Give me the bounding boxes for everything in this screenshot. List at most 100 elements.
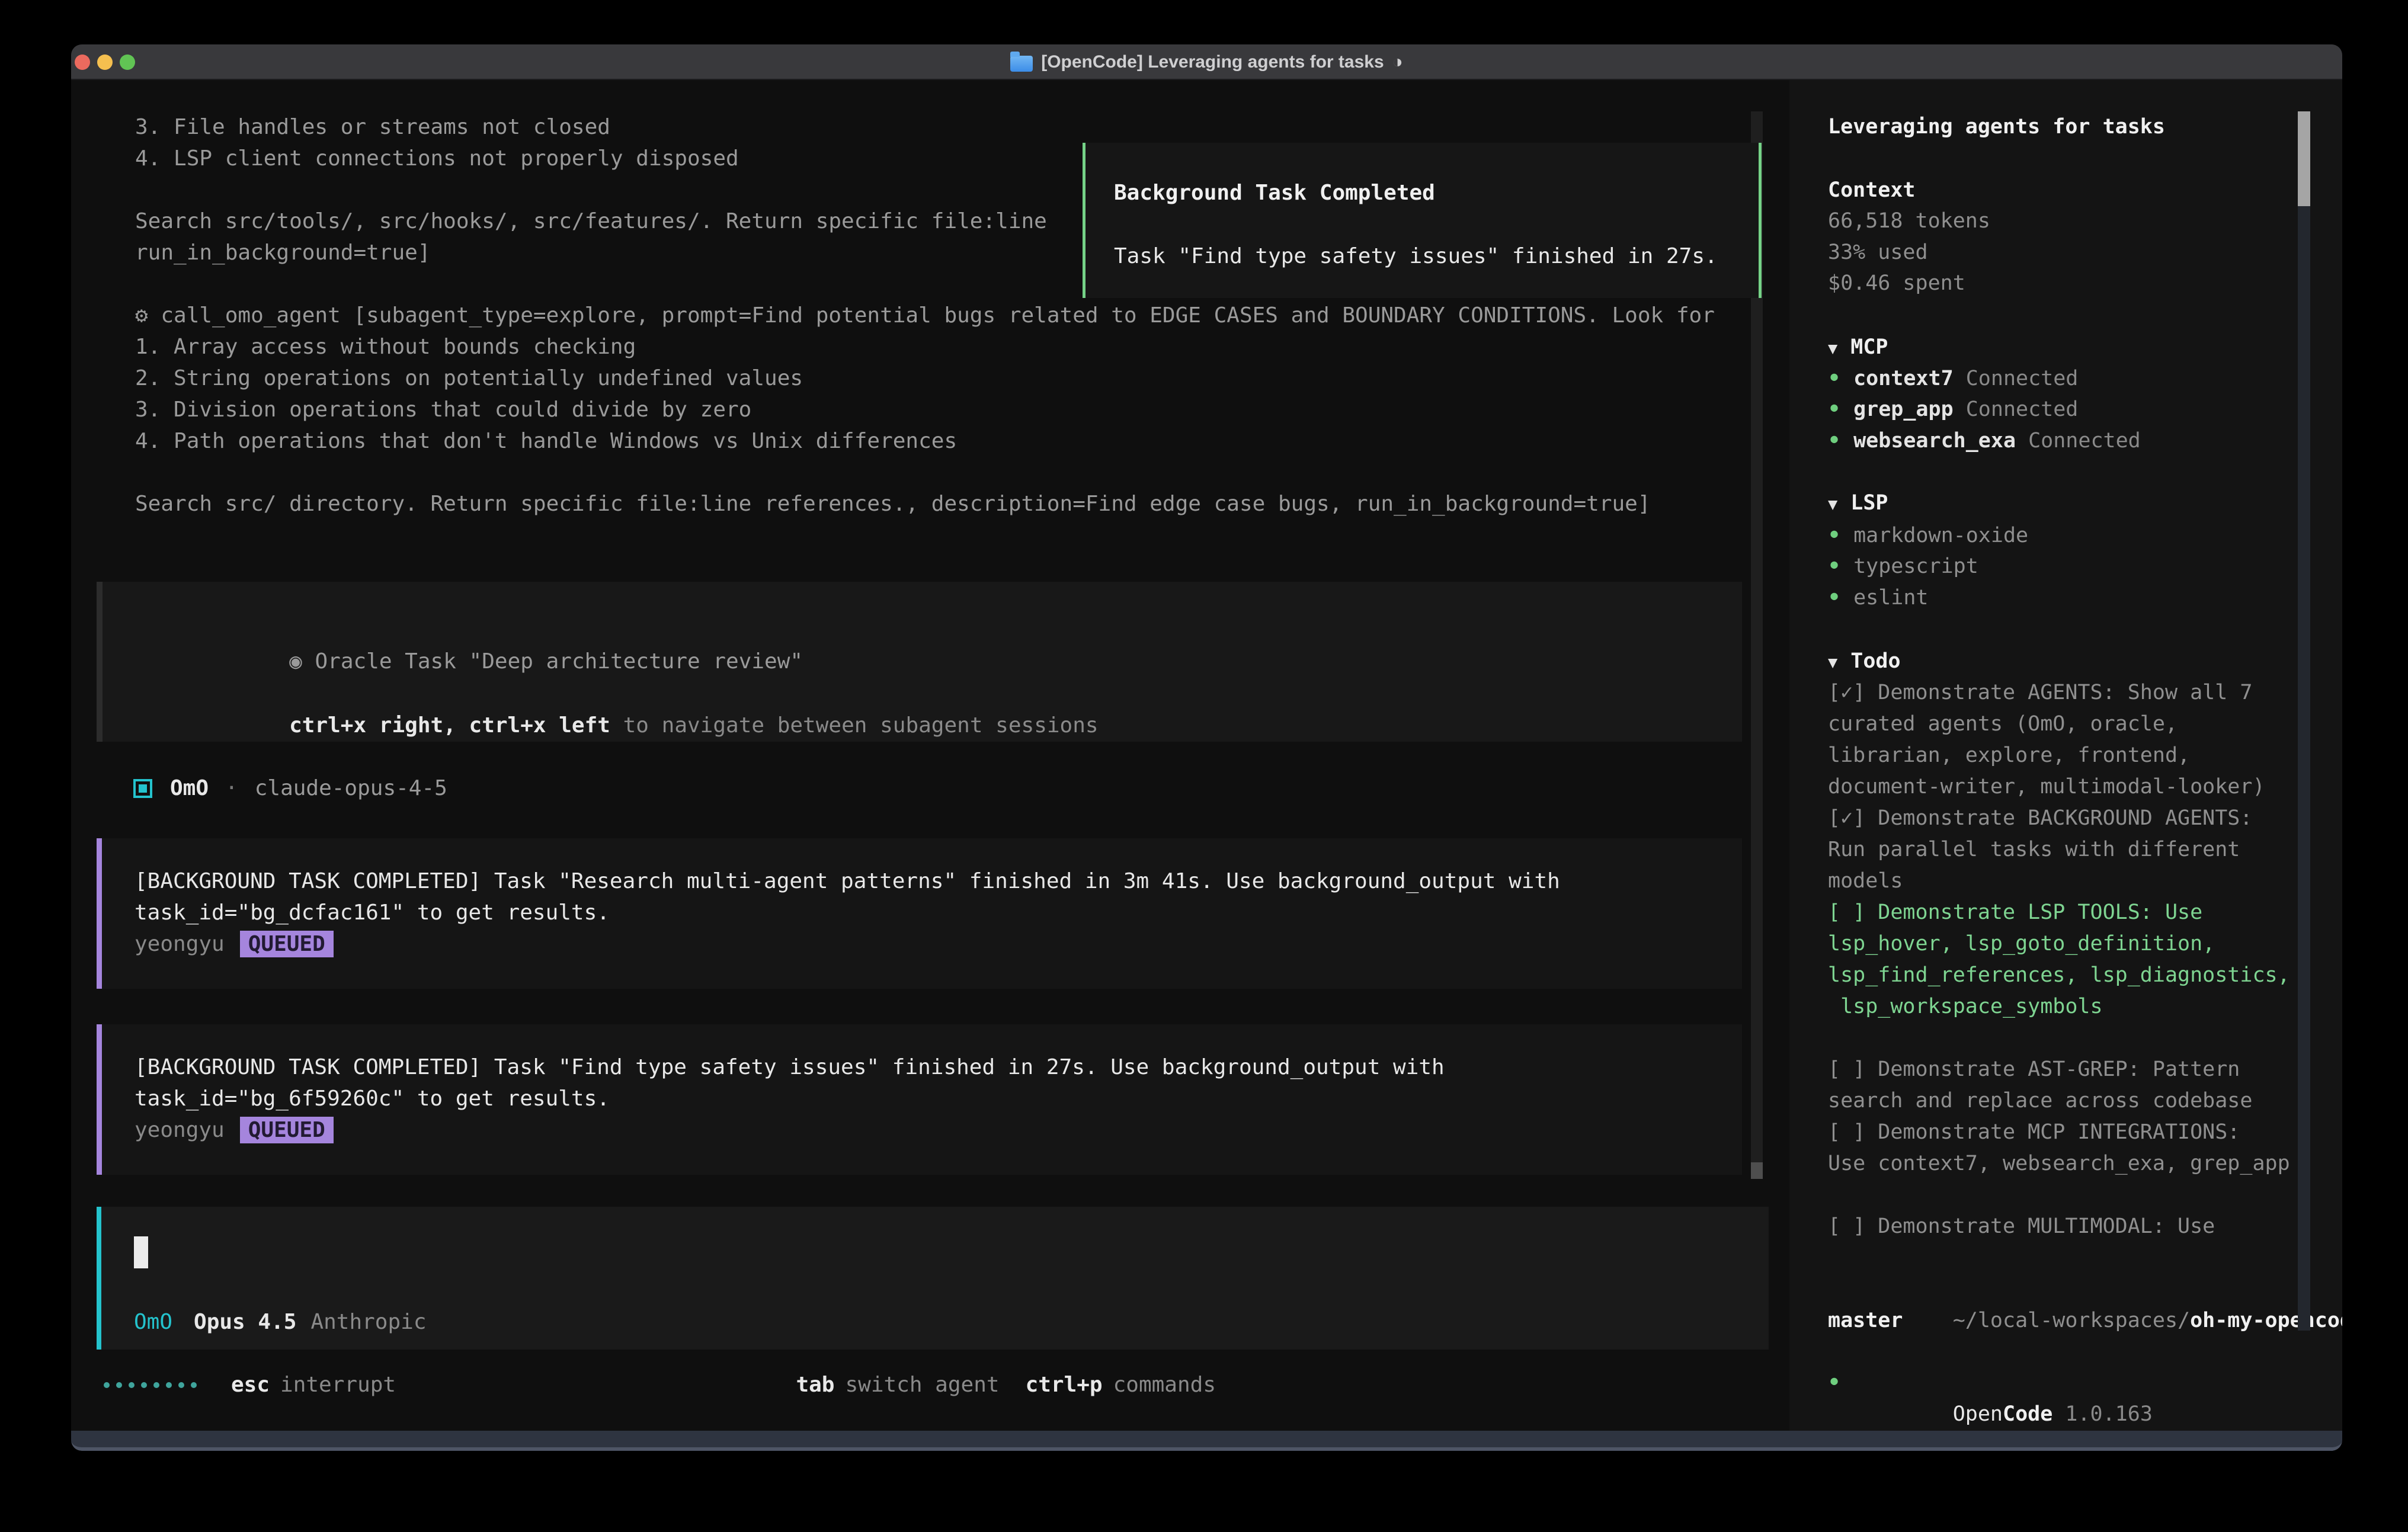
task-message-line: task_id="bg_dcfac161" to get results. — [135, 897, 610, 928]
workspace-branch: master — [1828, 1305, 1903, 1337]
terminal-line: 1. Array access without bounds checking — [135, 331, 636, 363]
mcp-item: context7 Connected — [1828, 363, 2078, 395]
agent-model: claude-opus-4-5 — [255, 776, 447, 800]
sidebar-scrollbar[interactable] — [2298, 111, 2310, 1331]
todo-section-header[interactable]: Todo — [1828, 646, 1901, 677]
background-task-message: [BACKGROUND TASK COMPLETED] Task "Find t… — [97, 1024, 1742, 1175]
separator-dot: · — [225, 776, 238, 800]
prompt-input[interactable]: OmO Opus 4.5 Anthropic — [97, 1207, 1769, 1350]
esc-key-hint: esc — [231, 1373, 270, 1397]
terminal-line: Search src/tools/, src/hooks/, src/featu… — [135, 206, 1047, 237]
ctrlp-key-hint: ctrl+p — [1026, 1373, 1103, 1397]
mcp-item: websearch_exa Connected — [1828, 425, 2141, 457]
esc-key-label: interrupt — [280, 1373, 396, 1397]
terminal-line: run_in_background=true] — [135, 237, 431, 268]
opencode-version: OpenCode 1.0.163 — [1828, 1367, 2153, 1399]
session-title: Leveraging agents for tasks — [1828, 111, 2165, 143]
text-cursor — [134, 1236, 148, 1268]
session-sidebar: Leveraging agents for tasks Context 66,5… — [1789, 80, 2342, 1431]
terminal-line: Search src/ directory. Return specific f… — [135, 488, 1651, 520]
ctrlp-key-label: commands — [1113, 1373, 1216, 1397]
toast-title: Background Task Completed — [1114, 177, 1435, 209]
context-tokens: 66,518 tokens — [1828, 206, 1990, 237]
todo-line-active: lsp_find_references, lsp_diagnostics, — [1828, 960, 2290, 991]
task-message-line: [BACKGROUND TASK COMPLETED] Task "Resear… — [135, 866, 1560, 897]
main-scrollbar-thumb[interactable] — [1751, 1162, 1763, 1179]
todo-line-pending: [ ] Demonstrate AST-GREP: Pattern — [1828, 1054, 2240, 1085]
task-message-line: [BACKGROUND TASK COMPLETED] Task "Find t… — [135, 1052, 1445, 1083]
status-bar: esc interrupt tab switch agent ctrl+p co… — [104, 1369, 1216, 1400]
spinner-dot — [153, 1382, 159, 1388]
workspace-path: ~/local-workspaces/oh-my-opencode: — [1828, 1274, 2342, 1305]
opencode-window: [OpenCode] Leveraging agents for tasks ◑… — [71, 44, 2342, 1451]
folder-icon — [1010, 56, 1033, 72]
todo-line-done: Run parallel tasks with different — [1828, 834, 2240, 866]
window-content: 3. File handles or streams not closed 4.… — [71, 80, 2342, 1431]
half-circle-icon: ◑ — [1392, 52, 1403, 72]
spinner-dot — [191, 1382, 197, 1388]
window-title-text: [OpenCode] Leveraging agents for tasks — [1041, 52, 1384, 72]
todo-line-done: document-writer, multimodal-looker) — [1828, 771, 2265, 803]
lsp-item: eslint — [1828, 582, 1929, 614]
spinner-dot — [178, 1382, 184, 1388]
todo-line-done: librarian, explore, frontend, — [1828, 740, 2190, 771]
tab-key-label: switch agent — [845, 1373, 999, 1397]
window-titlebar[interactable]: [OpenCode] Leveraging agents for tasks ◑ — [71, 44, 2342, 80]
spinner-dot — [166, 1382, 172, 1388]
status-badge: QUEUED — [240, 1117, 334, 1143]
spinner-dot — [129, 1382, 135, 1388]
mcp-section-header[interactable]: MCP — [1828, 332, 1888, 363]
task-author: yeongyu — [135, 932, 225, 956]
background-task-toast: Background Task Completed Task "Find typ… — [1083, 143, 1762, 298]
terminal-line: 4. Path operations that don't handle Win… — [135, 425, 957, 457]
lsp-item: markdown-oxide — [1828, 520, 2028, 552]
todo-line-active: lsp_hover, lsp_goto_definition, — [1828, 928, 2215, 960]
todo-line-done: models — [1828, 866, 1903, 897]
input-provider-label: Anthropic — [310, 1310, 426, 1334]
lsp-item: typescript — [1828, 551, 1978, 582]
input-agent-label: OmO — [134, 1310, 172, 1334]
todo-line-done: [✓] Demonstrate AGENTS: Show all 7 — [1828, 677, 2252, 709]
todo-line-pending: [ ] Demonstrate MCP INTEGRATIONS: — [1828, 1117, 2240, 1148]
todo-line-pending: search and replace across codebase — [1828, 1085, 2252, 1117]
spinner-dot — [104, 1382, 110, 1388]
task-author: yeongyu — [135, 1118, 225, 1142]
oracle-icon: ◉ — [289, 649, 302, 674]
oracle-task-title: Oracle Task "Deep architecture review" — [315, 649, 803, 674]
terminal-main-pane: 3. File handles or streams not closed 4.… — [71, 80, 1789, 1431]
context-used: 33% used — [1828, 237, 1928, 268]
sidebar-scrollbar-thumb[interactable] — [2298, 111, 2310, 206]
agent-header-row: OmO · claude-opus-4-5 — [133, 773, 447, 804]
task-message-line: task_id="bg_6f59260c" to get results. — [135, 1083, 610, 1114]
terminal-line: 2. String operations on potentially unde… — [135, 363, 803, 394]
todo-line-done: curated agents (OmO, oracle, — [1828, 709, 2178, 740]
terminal-line: 3. Division operations that could divide… — [135, 394, 751, 425]
omo-agent-icon — [133, 779, 152, 798]
mcp-item: grep_app Connected — [1828, 394, 2078, 425]
todo-line-active: [ ] Demonstrate LSP TOOLS: Use — [1828, 897, 2202, 928]
tab-key-hint: tab — [796, 1373, 834, 1397]
terminal-line: 3. File handles or streams not closed — [135, 111, 610, 143]
window-bottom-strip — [71, 1431, 2342, 1451]
activity-spinner-dots — [104, 1382, 197, 1388]
todo-line-done: [✓] Demonstrate BACKGROUND AGENTS: — [1828, 803, 2252, 834]
desktop: [OpenCode] Leveraging agents for tasks ◑… — [0, 0, 2408, 1532]
todo-line-pending: Use context7, websearch_exa, grep_app — [1828, 1148, 2290, 1180]
todo-line-active: lsp_workspace_symbols — [1828, 991, 2103, 1023]
background-task-message: [BACKGROUND TASK COMPLETED] Task "Resear… — [97, 838, 1742, 989]
lsp-section-header[interactable]: LSP — [1828, 488, 1888, 519]
oracle-task-panel: ◉ Oracle Task "Deep architecture review"… — [97, 582, 1742, 742]
context-header: Context — [1828, 175, 1916, 206]
terminal-line: 4. LSP client connections not properly d… — [135, 143, 739, 174]
window-title: [OpenCode] Leveraging agents for tasks ◑ — [71, 44, 2342, 80]
tool-call-line: ⚙ call_omo_agent [subagent_type=explore,… — [135, 300, 1715, 331]
todo-line-pending: [ ] Demonstrate MULTIMODAL: Use — [1828, 1211, 2215, 1242]
toast-body: Task "Find type safety issues" finished … — [1114, 241, 1718, 272]
context-spent: $0.46 spent — [1828, 268, 1965, 299]
keyboard-hint-keys: ctrl+x right, ctrl+x left — [289, 713, 610, 738]
spinner-dot — [116, 1382, 122, 1388]
input-model-label: Opus 4.5 — [194, 1310, 296, 1334]
keyboard-hint-text: to navigate between subagent sessions — [610, 713, 1099, 738]
spinner-dot — [141, 1382, 147, 1388]
agent-name: OmO — [170, 776, 209, 800]
